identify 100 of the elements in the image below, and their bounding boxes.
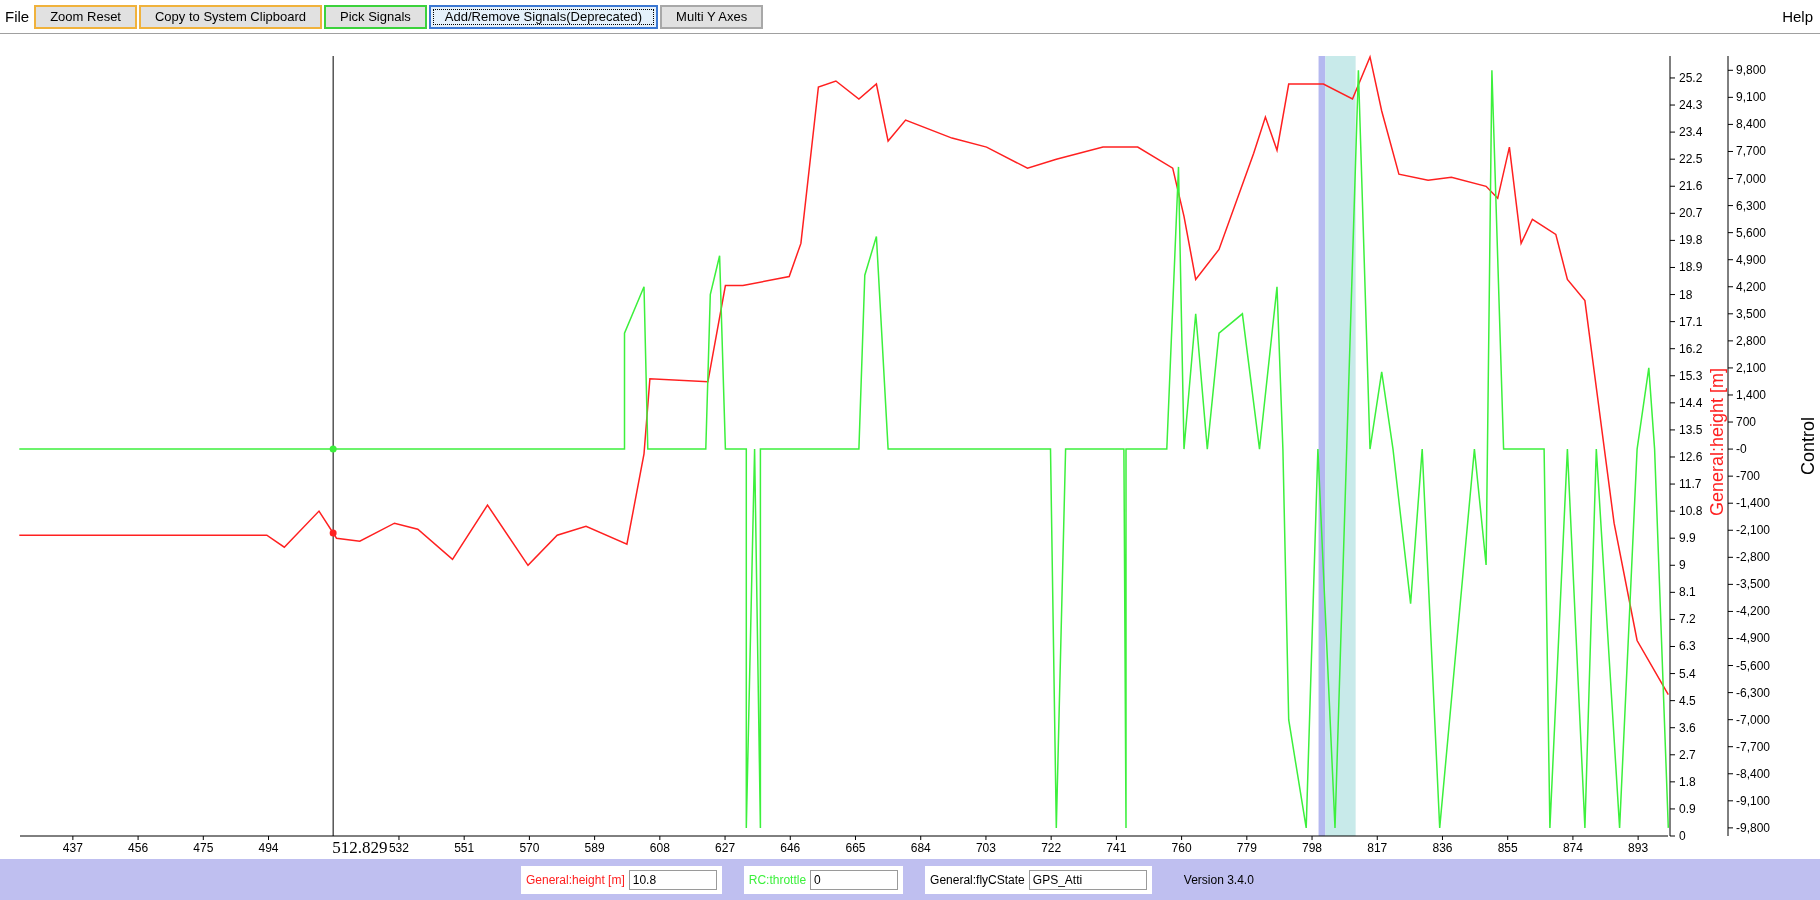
x-tick-label: 722	[1041, 841, 1062, 855]
y-tick-label: 2.7	[1679, 747, 1696, 762]
x-tick-label: 570	[519, 841, 540, 855]
x-tick-label: 494	[258, 841, 279, 855]
readout-field[interactable]: 0	[810, 869, 899, 890]
file-menu[interactable]: File	[2, 8, 33, 25]
y-tick-label: 9.9	[1679, 531, 1696, 546]
x-tick-label: 551	[454, 841, 475, 855]
y-tick-label: 1,400	[1736, 388, 1767, 402]
y-tick-label: 4,900	[1736, 252, 1767, 267]
y-tick-label: 9,100	[1736, 90, 1767, 105]
toolbar-button[interactable]: Copy to System Clipboard	[139, 4, 322, 29]
y-axis-title: Control	[1798, 417, 1818, 475]
y-tick-label: -4,200	[1736, 604, 1771, 619]
toolbar-button[interactable]: Multi Y Axes	[660, 4, 764, 29]
y-tick-label: 2,100	[1736, 360, 1767, 375]
y-tick-label: 5,600	[1736, 225, 1767, 240]
y-tick-label: 9,800	[1736, 63, 1767, 78]
y-tick-label: 16.2	[1679, 341, 1703, 356]
cursor-point	[329, 445, 337, 453]
y-tick-label: -2,100	[1736, 523, 1771, 538]
y-tick-label: 23.4	[1679, 125, 1703, 140]
x-tick-label: 855	[1497, 841, 1518, 855]
y-tick-label: 18.9	[1679, 260, 1703, 275]
y-tick-label: 17.1	[1679, 314, 1703, 329]
x-tick-label: 741	[1106, 841, 1127, 855]
x-tick-label: 665	[845, 841, 866, 855]
readout-field[interactable]: 10.8	[628, 869, 717, 890]
y-tick-label: 8,400	[1736, 117, 1767, 132]
y-tick-label: 0	[1679, 829, 1686, 843]
cursor-value-label: 512.829	[332, 838, 388, 857]
x-tick-label: 836	[1432, 841, 1453, 855]
y-tick-label: 21.6	[1679, 179, 1703, 194]
y-tick-label: 10.8	[1679, 504, 1703, 519]
x-tick-label: 817	[1367, 841, 1388, 855]
y-tick-label: -7,700	[1736, 739, 1771, 754]
y-tick-label: -3,500	[1736, 577, 1771, 592]
y-axis-title: General:height [m]	[1707, 367, 1727, 517]
y-tick-label: 24.3	[1679, 98, 1703, 113]
x-tick-label: 779	[1236, 841, 1257, 855]
y-tick-label: 7,000	[1736, 171, 1767, 186]
cursor-line[interactable]	[332, 55, 334, 837]
y-tick-label: 13.5	[1679, 422, 1703, 437]
y-tick-label: -7,000	[1736, 712, 1771, 727]
x-tick-label: 684	[910, 841, 931, 855]
y-tick-label: 3.6	[1679, 720, 1696, 735]
x-tick-label: 475	[193, 841, 214, 855]
y-tick-label: 22.5	[1679, 152, 1703, 167]
readout-label: RC:throttle	[748, 872, 807, 887]
y-tick-label: 4,200	[1736, 279, 1767, 294]
x-tick-label: 456	[128, 841, 149, 855]
y-tick-label: 6.3	[1679, 639, 1696, 654]
x-tick-label: 874	[1562, 841, 1583, 855]
y-tick-label: 19.8	[1679, 233, 1703, 248]
y-tick-label: 4.5	[1679, 693, 1696, 708]
y-tick-label: -1,400	[1736, 496, 1771, 511]
y-tick-label: 5.4	[1679, 666, 1696, 681]
x-tick-label: 627	[715, 841, 736, 855]
x-tick-label: 532	[388, 841, 409, 855]
y-tick-label: 700	[1736, 415, 1757, 430]
readout-field[interactable]: GPS_Atti	[1028, 869, 1147, 890]
y-tick-label: 6,300	[1736, 198, 1767, 213]
y-tick-label: -4,900	[1736, 631, 1771, 646]
x-tick-label: 893	[1628, 841, 1649, 855]
y-tick-label: 8.1	[1679, 585, 1696, 600]
y-tick-label: -9,100	[1736, 793, 1771, 808]
y-tick-label: -5,600	[1736, 658, 1771, 673]
toolbar-button[interactable]: Pick Signals	[324, 4, 427, 29]
y-tick-label: -6,300	[1736, 685, 1771, 700]
y-tick-label: 11.7	[1679, 477, 1702, 492]
y-tick-label: 25.2	[1679, 70, 1703, 85]
toolbar-button[interactable]: Zoom Reset	[34, 4, 137, 29]
y-tick-label: -0	[1736, 442, 1747, 457]
y-tick-label: 0.9	[1679, 801, 1696, 816]
x-tick-label: 608	[649, 841, 670, 855]
help-menu[interactable]: Help	[1779, 8, 1816, 25]
x-tick-label: 437	[62, 841, 83, 855]
x-tick-label: 589	[584, 841, 605, 855]
y-tick-label: -2,800	[1736, 550, 1771, 565]
cursor-point	[329, 529, 337, 537]
x-tick-label: 798	[1302, 841, 1323, 855]
readout-label: General:height [m]	[526, 872, 625, 887]
y-tick-label: -8,400	[1736, 766, 1771, 781]
y-tick-label: 3,500	[1736, 306, 1767, 321]
y-tick-label: 14.4	[1679, 395, 1703, 410]
y-tick-label: -700	[1736, 469, 1761, 484]
y-tick-label: -9,800	[1736, 820, 1771, 835]
y-tick-label: 12.6	[1679, 450, 1703, 464]
y-tick-label: 7.2	[1679, 612, 1696, 627]
x-tick-label: 760	[1171, 841, 1192, 855]
x-tick-label: 703	[975, 841, 996, 855]
y-tick-label: 18	[1679, 287, 1693, 302]
y-tick-label: 15.3	[1679, 368, 1703, 383]
toolbar-button[interactable]: Add/Remove Signals(Deprecated)	[428, 4, 659, 29]
y-tick-label: 9	[1679, 558, 1686, 573]
y-tick-label: 1.8	[1679, 774, 1696, 789]
y-tick-label: 7,700	[1736, 144, 1767, 159]
y-tick-label: 20.7	[1679, 206, 1703, 221]
x-tick-label: 646	[780, 841, 801, 855]
version-label: Version 3.4.0	[1183, 872, 1254, 887]
